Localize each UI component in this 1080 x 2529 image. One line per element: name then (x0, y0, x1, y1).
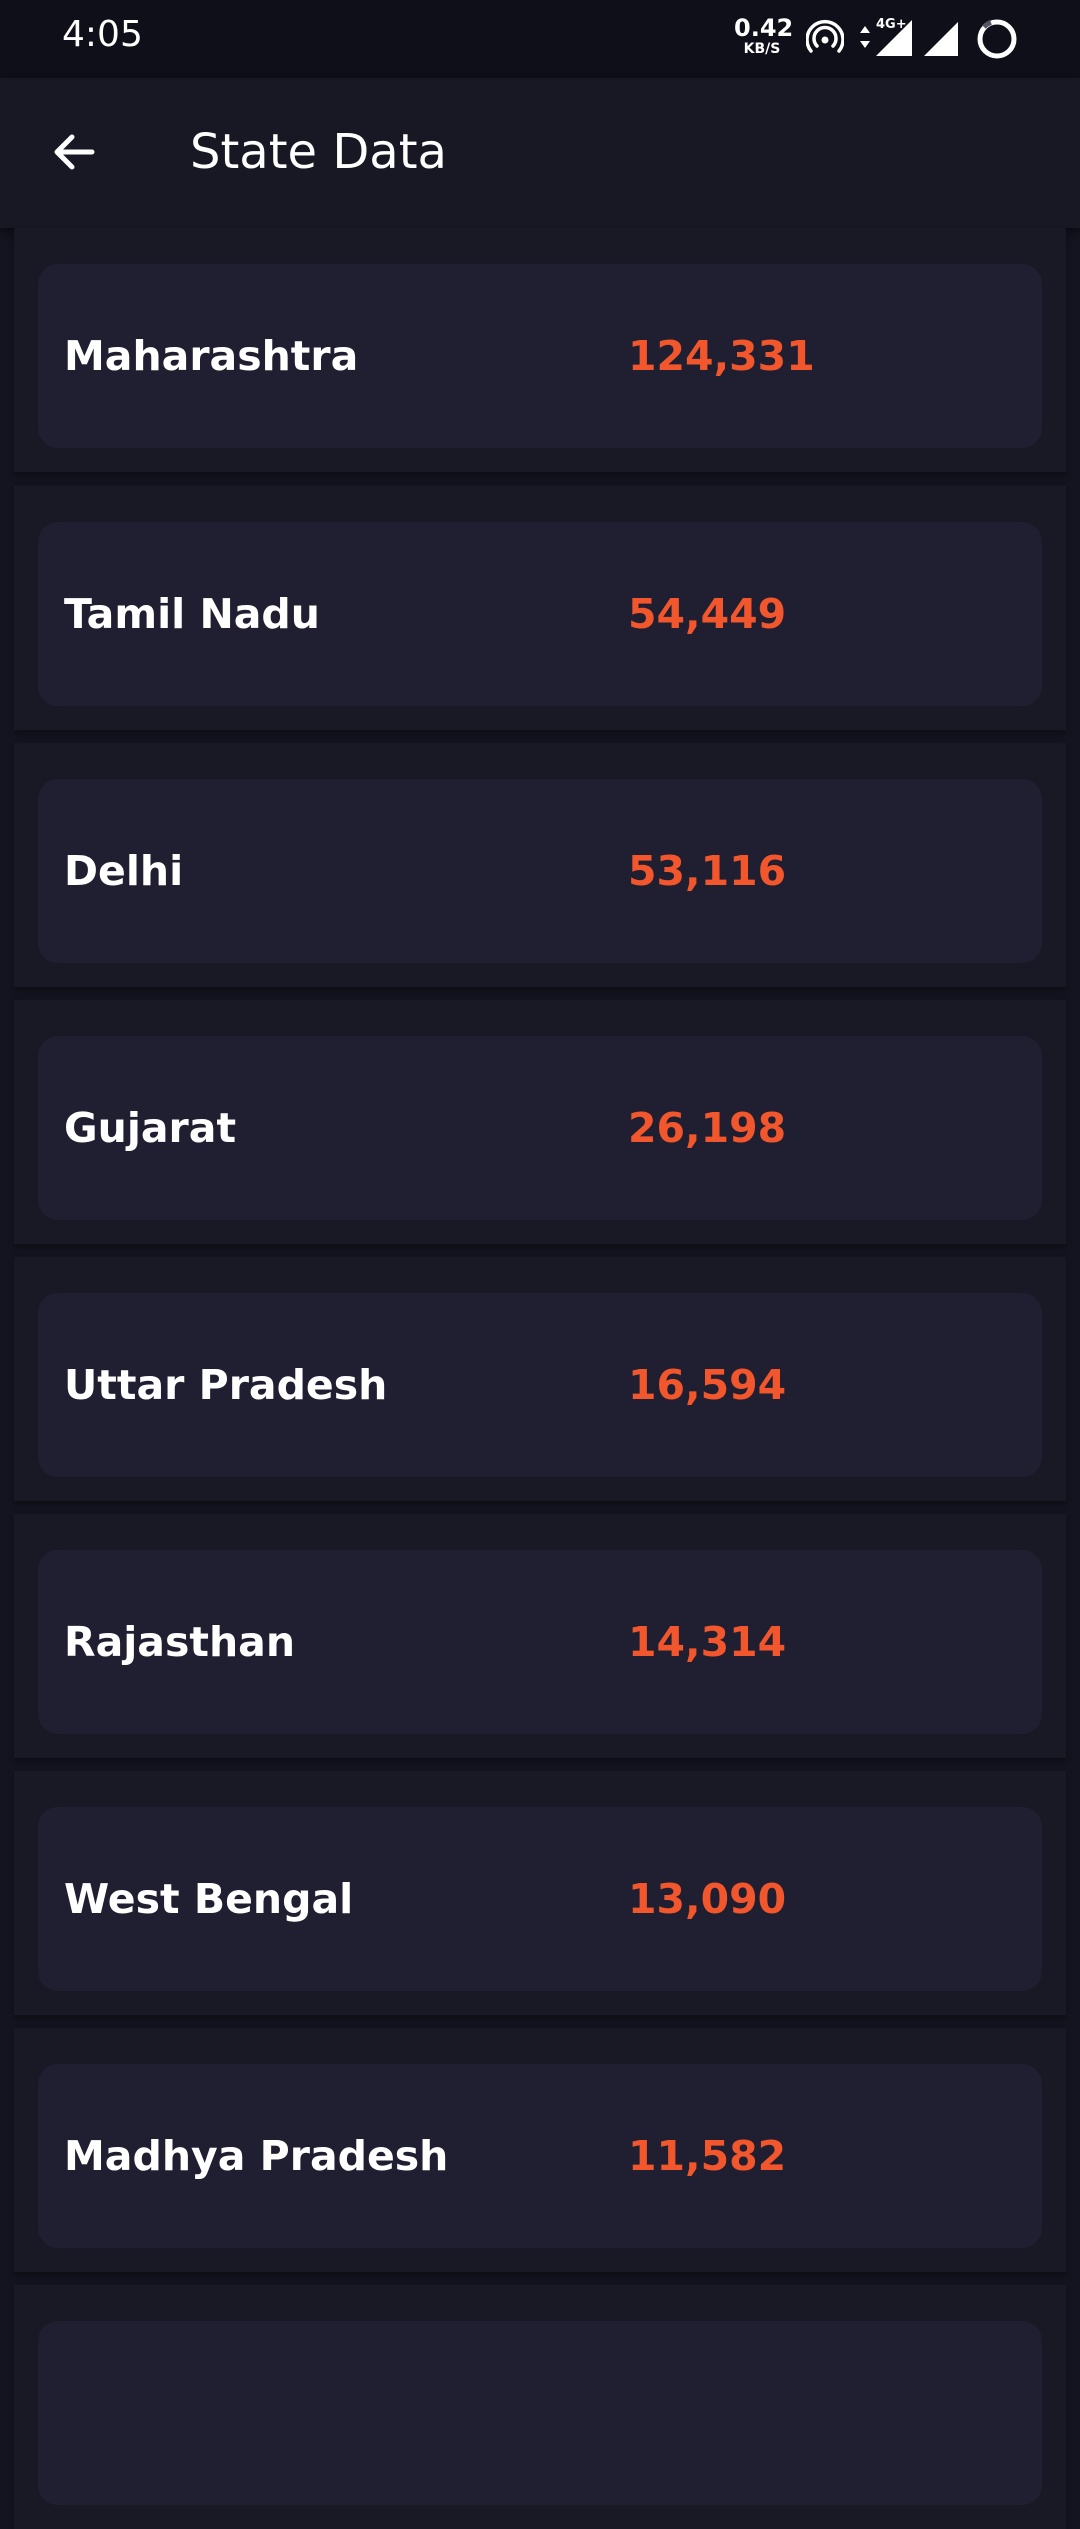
state-name: Gujarat (64, 1104, 237, 1152)
case-count: 53,116 (628, 847, 787, 895)
page-title: State Data (190, 124, 447, 180)
app-bar: State Data (0, 78, 1080, 228)
state-name: Uttar Pradesh (64, 1361, 388, 1409)
state-card[interactable]: Madhya Pradesh 11,582 (38, 2064, 1042, 2248)
signal-icon: 4G+ (874, 14, 914, 62)
network-speed-value: 0.42 (734, 14, 794, 42)
case-count: 16,594 (628, 1361, 787, 1409)
battery-ring-icon (974, 16, 1020, 66)
state-name: West Bengal (64, 1875, 354, 1923)
list-item: Tamil Nadu 54,449 (14, 486, 1066, 730)
status-bar: 4:05 0.42 KB/S 4G+ (0, 0, 1080, 78)
list-item: Madhya Pradesh 11,582 (14, 2028, 1066, 2272)
state-name: Maharashtra (64, 332, 359, 380)
list-item: Rajasthan 14,314 (14, 1514, 1066, 1758)
case-count: 14,314 (628, 1618, 787, 1666)
list-item: Uttar Pradesh 16,594 (14, 1257, 1066, 1501)
list-item: Maharashtra 124,331 (14, 228, 1066, 472)
state-card[interactable]: Tamil Nadu 54,449 (38, 522, 1042, 706)
case-count: 26,198 (628, 1104, 787, 1152)
state-card[interactable]: Delhi 53,116 (38, 779, 1042, 963)
state-name: Rajasthan (64, 1618, 296, 1666)
state-card[interactable]: West Bengal 13,090 (38, 1807, 1042, 1991)
case-count: 13,090 (628, 1875, 787, 1923)
back-button[interactable] (40, 120, 108, 188)
list-item: Gujarat 26,198 (14, 1000, 1066, 1244)
state-card[interactable] (38, 2321, 1042, 2505)
list-item (14, 2285, 1066, 2529)
signal-icon (922, 20, 960, 62)
case-count: 124,331 (628, 332, 815, 380)
hotspot-icon (805, 18, 845, 60)
state-card[interactable]: Uttar Pradesh 16,594 (38, 1293, 1042, 1477)
network-speed: 0.42 KB/S (734, 14, 794, 57)
list-item: Delhi 53,116 (14, 743, 1066, 987)
case-count: 11,582 (628, 2132, 787, 2180)
state-name: Tamil Nadu (64, 590, 320, 638)
network-speed-unit: KB/S (743, 41, 781, 57)
arrow-left-icon (50, 128, 98, 180)
state-name: Madhya Pradesh (64, 2132, 449, 2180)
state-card[interactable]: Gujarat 26,198 (38, 1036, 1042, 1220)
list-item: West Bengal 13,090 (14, 1771, 1066, 2015)
state-name: Delhi (64, 847, 184, 895)
case-count: 54,449 (628, 590, 787, 638)
network-type-label: 4G+ (876, 17, 907, 32)
state-card[interactable]: Rajasthan 14,314 (38, 1550, 1042, 1734)
state-card[interactable]: Maharashtra 124,331 (38, 264, 1042, 448)
data-arrows-icon (858, 24, 872, 54)
status-time: 4:05 (62, 14, 143, 55)
